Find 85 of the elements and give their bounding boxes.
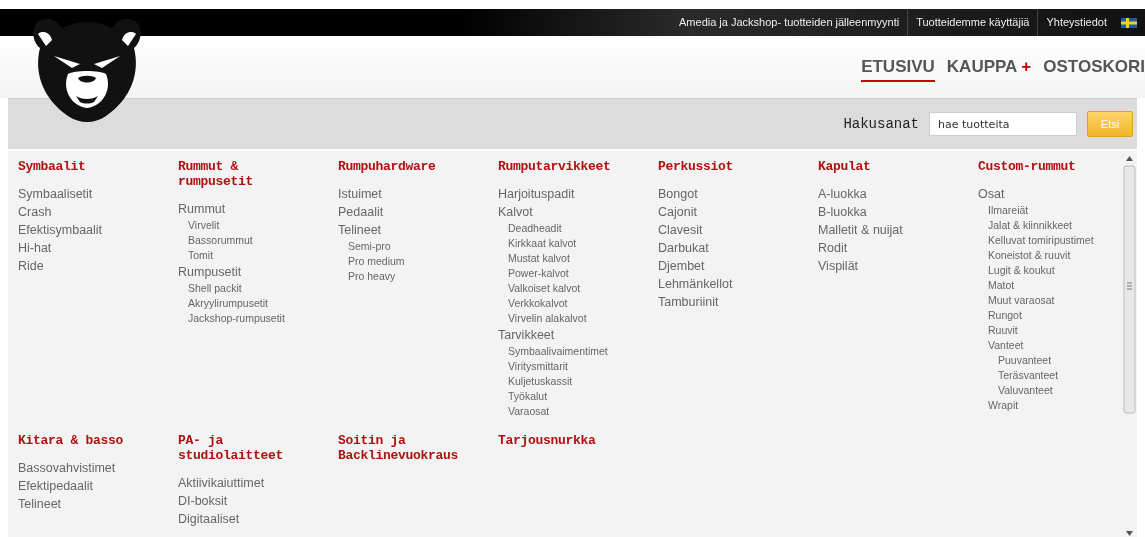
nav-tab[interactable]: OSTOSKORI bbox=[1043, 52, 1145, 82]
category-link[interactable]: Mustat kalvot bbox=[508, 251, 570, 266]
category-link[interactable]: Djembet bbox=[658, 257, 705, 275]
category-link[interactable]: Virvelin alakalvot bbox=[508, 311, 587, 326]
category-link[interactable]: Semi-pro bbox=[348, 239, 391, 254]
nav-tab[interactable]: KAUPPA + bbox=[946, 52, 1032, 82]
category-heading[interactable]: Kitara & basso bbox=[18, 433, 158, 448]
search-field[interactable]: hae tuotteita bbox=[929, 112, 1077, 136]
category-link[interactable]: Deadheadit bbox=[508, 221, 562, 236]
category-link[interactable]: Rumpusetit bbox=[178, 263, 242, 281]
category-link[interactable]: Valuvanteet bbox=[998, 383, 1053, 398]
category-link[interactable]: Ride bbox=[18, 257, 44, 275]
category-link[interactable]: Wrapit bbox=[988, 398, 1019, 413]
category-link[interactable]: Kalvot bbox=[498, 203, 533, 221]
category-link[interactable]: Valkoiset kalvot bbox=[508, 281, 581, 296]
top-link[interactable]: Amedia ja Jackshop- tuotteiden jälleenmyynti bbox=[671, 9, 908, 36]
category-link[interactable]: Malletit & nuijat bbox=[818, 221, 903, 239]
category-link[interactable]: Rummut bbox=[178, 200, 226, 218]
category-link[interactable]: Verkkokalvot bbox=[508, 296, 568, 311]
category-link[interactable]: Koneistot & ruuvit bbox=[988, 248, 1071, 263]
category-heading[interactable]: Symbaalit bbox=[18, 159, 158, 174]
flag-icon[interactable] bbox=[1121, 17, 1137, 28]
category-heading[interactable]: Perkussiot bbox=[658, 159, 798, 174]
category-link[interactable]: Darbukat bbox=[658, 239, 709, 257]
category-link[interactable]: Pro heavy bbox=[348, 269, 396, 284]
category-heading[interactable]: Soitin ja Backlinevuokraus bbox=[338, 433, 478, 463]
category-link[interactable]: Symbaalisetit bbox=[18, 185, 93, 203]
category-link[interactable]: Puuvanteet bbox=[998, 353, 1052, 368]
category-link[interactable]: Akryylirumpusetit bbox=[188, 296, 268, 311]
category-link[interactable]: Power-kalvot bbox=[508, 266, 569, 281]
category-link[interactable]: Telineet bbox=[338, 221, 382, 239]
category-link[interactable]: Matot bbox=[988, 278, 1015, 293]
category-link[interactable]: Vanteet bbox=[988, 338, 1024, 353]
category-link[interactable]: Symbaalivaimentimet bbox=[508, 344, 608, 359]
category-link[interactable]: Lehmänkellot bbox=[658, 275, 733, 293]
category-link[interactable]: Viritysmittarit bbox=[508, 359, 568, 374]
category-link[interactable]: Työkalut bbox=[508, 389, 548, 404]
category-link[interactable]: Vispilät bbox=[818, 257, 859, 275]
category-link[interactable]: B-luokka bbox=[818, 203, 867, 221]
category-heading[interactable]: Kapulat bbox=[818, 159, 958, 174]
category-heading[interactable]: Custom-rummut bbox=[978, 159, 1118, 174]
category-link[interactable]: Istuimet bbox=[338, 185, 382, 203]
category-heading[interactable]: Rumputarvikkeet bbox=[498, 159, 638, 174]
category-link[interactable]: Harjoituspadit bbox=[498, 185, 575, 203]
category-link[interactable]: Tomit bbox=[188, 248, 214, 263]
category-link[interactable]: Virvelit bbox=[188, 218, 220, 233]
category-link[interactable]: Kirkkaat kalvot bbox=[508, 236, 577, 251]
category-link[interactable]: Pedaalit bbox=[338, 203, 384, 221]
category-link[interactable]: Bassorummut bbox=[188, 233, 253, 248]
category-heading[interactable]: Rumpuhardware bbox=[338, 159, 478, 174]
category-link[interactable]: Muut varaosat bbox=[988, 293, 1055, 308]
nav-tab[interactable]: ETUSIVU bbox=[861, 52, 935, 82]
category-link[interactable]: Kelluvat tomiripustimet bbox=[988, 233, 1094, 248]
category-link[interactable]: Pro medium bbox=[348, 254, 405, 269]
category-link[interactable]: Rodit bbox=[818, 239, 848, 257]
category-link[interactable]: A-luokka bbox=[818, 185, 867, 203]
category-link[interactable]: Kuljetuskassit bbox=[508, 374, 573, 389]
category-link[interactable]: Clavesit bbox=[658, 221, 703, 239]
category-link[interactable]: Telineet bbox=[18, 495, 62, 513]
category-link[interactable]: Digitaaliset bbox=[178, 510, 240, 528]
category-heading[interactable]: Tarjousnurkka bbox=[498, 433, 638, 448]
category-link[interactable]: Varaosat bbox=[508, 404, 550, 419]
category-link[interactable]: Efektipedaalit bbox=[18, 477, 94, 495]
category-link[interactable]: Jalat & kiinnikkeet bbox=[988, 218, 1073, 233]
category-heading[interactable]: PA- ja studiolaitteet bbox=[178, 433, 318, 463]
category-link[interactable]: Tamburiinit bbox=[658, 293, 719, 311]
category-link[interactable]: Shell packit bbox=[188, 281, 242, 296]
category-link[interactable]: Bongot bbox=[658, 185, 698, 203]
category-link[interactable]: Hi-hat bbox=[18, 239, 52, 257]
category-link[interactable]: Rungot bbox=[988, 308, 1022, 323]
category-link[interactable]: Lugit & koukut bbox=[988, 263, 1055, 278]
category-link[interactable]: Teräsvanteet bbox=[998, 368, 1059, 383]
category-link[interactable]: Jackshop-rumpusetit bbox=[188, 311, 285, 326]
category-link[interactable]: DI-boksit bbox=[178, 492, 228, 510]
category-link[interactable]: Ruuvit bbox=[988, 323, 1018, 338]
category-link[interactable]: Cajonit bbox=[658, 203, 697, 221]
category-link[interactable]: Aktiivikaiuttimet bbox=[178, 474, 265, 492]
category-link[interactable]: Efektisymbaalit bbox=[18, 221, 103, 239]
category-link[interactable]: Tarvikkeet bbox=[498, 326, 555, 344]
category-link[interactable]: Crash bbox=[18, 203, 52, 221]
category-link[interactable]: Bassovahvistimet bbox=[18, 459, 116, 477]
search-label: Hakusanat bbox=[843, 116, 919, 132]
category-heading[interactable]: Rummut & rumpusetit bbox=[178, 159, 318, 189]
category-link[interactable]: Osat bbox=[978, 185, 1005, 203]
category-link[interactable]: Ilmareiät bbox=[988, 203, 1029, 218]
